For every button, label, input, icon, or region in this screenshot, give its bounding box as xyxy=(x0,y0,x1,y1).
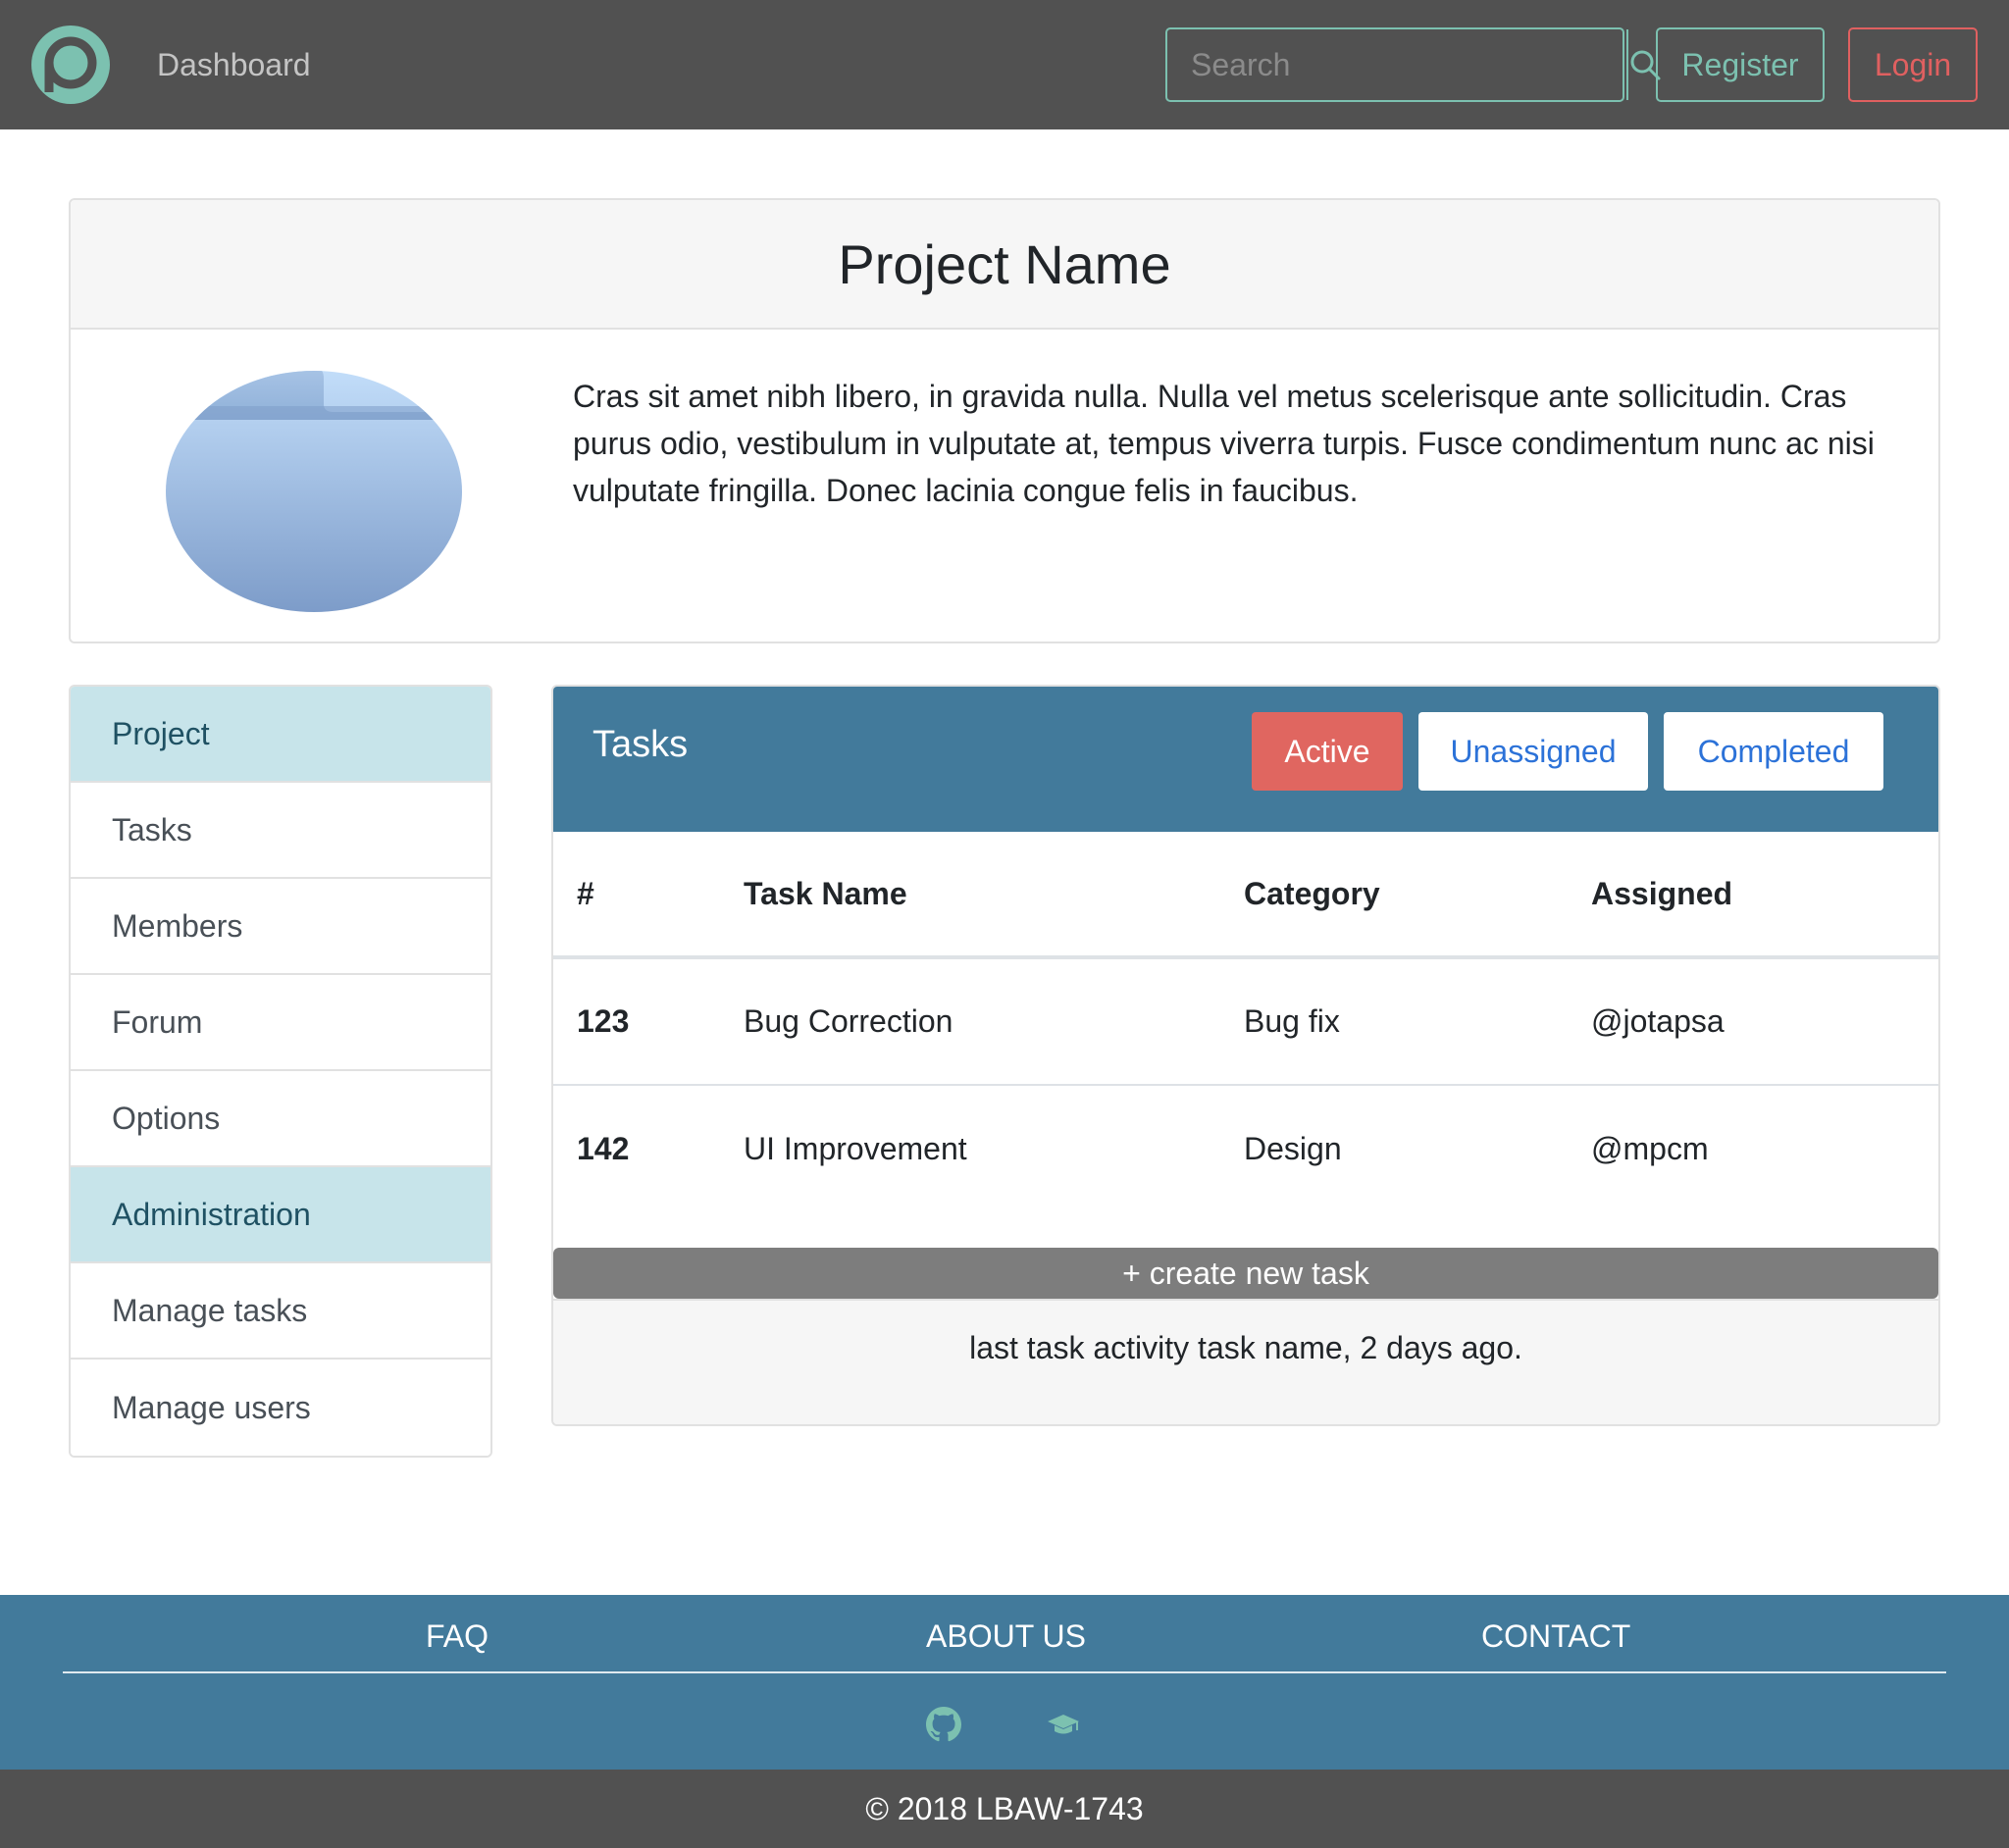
column-header-number: # xyxy=(553,832,744,959)
footer-link-about-us[interactable]: ABOUT US xyxy=(926,1618,1086,1655)
sidebar-item-manage-users[interactable]: Manage users xyxy=(71,1360,490,1456)
register-button[interactable]: Register xyxy=(1656,27,1825,102)
task-assignee[interactable]: @mpcm xyxy=(1591,1085,1938,1212)
search-input[interactable] xyxy=(1167,29,1626,100)
task-name[interactable]: UI Improvement xyxy=(744,1085,1244,1212)
filter-active-button[interactable]: Active xyxy=(1252,712,1403,791)
search-box xyxy=(1165,27,1661,102)
sidebar-item-members[interactable]: Members xyxy=(71,879,490,975)
dashboard-link[interactable]: Dashboard xyxy=(157,43,311,86)
filter-unassigned-button[interactable]: Unassigned xyxy=(1418,712,1648,791)
column-header-category: Category xyxy=(1244,832,1591,959)
navbar: Dashboard Register Login xyxy=(0,0,2009,129)
table-row[interactable]: 123 Bug Correction Bug fix @jotapsa xyxy=(553,957,1938,1086)
page-title: Project Name xyxy=(838,232,1171,295)
sidebar-item-options[interactable]: Options xyxy=(71,1071,490,1167)
footer: FAQ ABOUT US CONTACT xyxy=(0,1595,2009,1770)
task-name[interactable]: Bug Correction xyxy=(744,957,1244,1086)
column-header-task-name: Task Name xyxy=(744,832,1244,959)
folder-icon xyxy=(165,367,463,612)
footer-link-contact[interactable]: CONTACT xyxy=(1481,1618,1630,1655)
sidebar-item-tasks[interactable]: Tasks xyxy=(71,783,490,879)
project-description: Cras sit amet nibh libero, in gravida nu… xyxy=(573,379,1875,508)
footer-divider xyxy=(63,1671,1946,1673)
column-header-assigned: Assigned xyxy=(1591,832,1938,959)
sidebar-item-manage-tasks[interactable]: Manage tasks xyxy=(71,1263,490,1360)
task-category: Bug fix xyxy=(1244,957,1591,1086)
table-row[interactable]: 142 UI Improvement Design @mpcm xyxy=(553,1085,1938,1212)
sidebar-item-forum[interactable]: Forum xyxy=(71,975,490,1071)
task-number: 142 xyxy=(577,1131,630,1166)
github-icon[interactable] xyxy=(926,1707,961,1742)
copyright-text: © 2018 LBAW-1743 xyxy=(865,1790,1144,1826)
task-category: Design xyxy=(1244,1131,1342,1166)
graduation-cap-icon[interactable] xyxy=(1046,1707,1081,1742)
create-task-button[interactable]: + create new task xyxy=(553,1248,1938,1299)
task-number: 123 xyxy=(553,957,744,1086)
sidebar: Project Tasks Members Forum Options Admi… xyxy=(69,685,492,1458)
project-header: Project Name xyxy=(71,200,1938,330)
logo-icon[interactable] xyxy=(31,26,110,104)
sidebar-item-administration[interactable]: Administration xyxy=(71,1167,490,1263)
tasks-panel: Tasks Active Unassigned Completed # Task… xyxy=(551,685,1940,1426)
task-assignee[interactable]: @jotapsa xyxy=(1591,957,1938,1086)
table-header-row: # Task Name Category Assigned xyxy=(553,832,1938,959)
tasks-header: Tasks Active Unassigned Completed xyxy=(553,687,1938,832)
copyright-bar: © 2018 LBAW-1743 xyxy=(0,1770,2009,1848)
last-activity-text: last task activity task name, 2 days ago… xyxy=(969,1330,1522,1365)
login-button[interactable]: Login xyxy=(1848,27,1978,102)
tasks-title: Tasks xyxy=(592,724,689,765)
sidebar-item-project[interactable]: Project xyxy=(71,687,490,783)
footer-link-faq[interactable]: FAQ xyxy=(426,1618,489,1655)
filter-completed-button[interactable]: Completed xyxy=(1664,712,1883,791)
tasks-table: # Task Name Category Assigned 123 Bug Co… xyxy=(553,832,1938,1212)
tasks-footer: last task activity task name, 2 days ago… xyxy=(553,1299,1938,1424)
project-card: Project Name Cras sit amet nibh libero, … xyxy=(69,198,1940,643)
